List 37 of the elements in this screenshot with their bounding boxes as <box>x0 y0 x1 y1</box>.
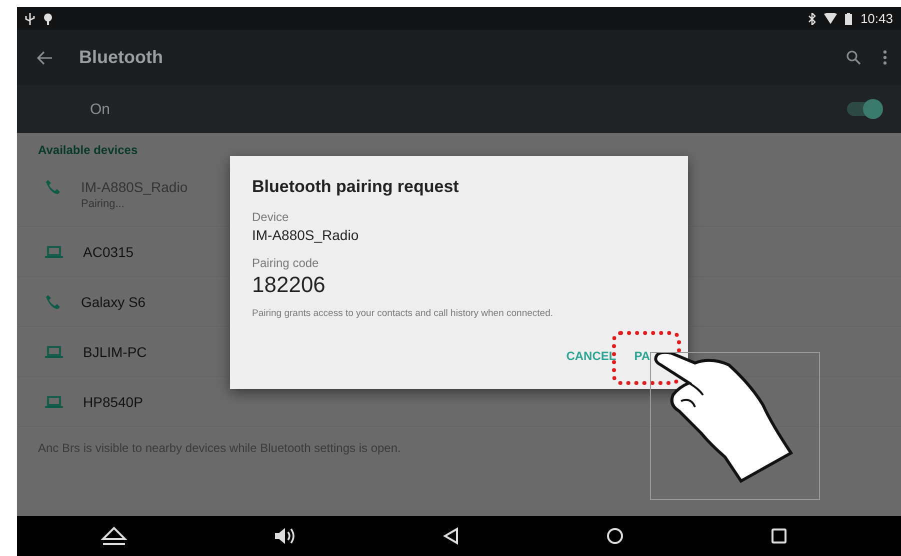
pairing-code: 182206 <box>252 272 326 298</box>
back-icon[interactable] <box>442 527 459 545</box>
device-name: AC0315 <box>83 244 134 260</box>
switch-label: On <box>90 100 112 118</box>
battery-icon <box>845 12 852 24</box>
device-name: HP8540P <box>83 394 143 410</box>
cancel-button[interactable]: CANCEL <box>564 345 618 367</box>
volume-icon[interactable] <box>274 526 296 546</box>
wifi-icon <box>824 13 838 24</box>
recents-icon[interactable] <box>771 528 788 544</box>
pair-button[interactable]: PA <box>632 345 652 367</box>
home-icon[interactable] <box>606 527 624 545</box>
status-time: 10:43 <box>860 11 893 26</box>
dialog-title: Bluetooth pairing request <box>252 177 460 197</box>
device-name: Galaxy S6 <box>81 294 146 310</box>
search-icon[interactable] <box>846 50 861 65</box>
back-arrow-icon[interactable] <box>37 50 53 64</box>
pairing-code-label: Pairing code <box>252 256 320 270</box>
laptop-icon <box>45 344 63 358</box>
device-name: IM-A880S_Radio <box>252 227 360 243</box>
laptop-icon <box>45 394 63 408</box>
laptop-icon <box>45 244 63 258</box>
phone-icon <box>45 294 61 310</box>
more-options-icon[interactable] <box>883 50 887 65</box>
device-status: Pairing... <box>81 198 126 210</box>
phone-icon <box>45 179 61 195</box>
notification-icon <box>43 12 53 24</box>
bluetooth-icon <box>808 12 816 24</box>
device-name: BJLIM-PC <box>83 344 147 360</box>
toggle-switch[interactable] <box>847 102 881 116</box>
device-label: Device <box>252 210 290 224</box>
device-name: IM-A880S_Radio <box>81 179 188 195</box>
usb-icon <box>25 12 35 24</box>
pairing-note: Pairing grants access to your contacts and call history when connected. <box>252 308 554 319</box>
section-header: Available devices <box>37 142 139 159</box>
eject-icon[interactable] <box>100 526 127 546</box>
app-bar-title: Bluetooth <box>79 47 164 68</box>
